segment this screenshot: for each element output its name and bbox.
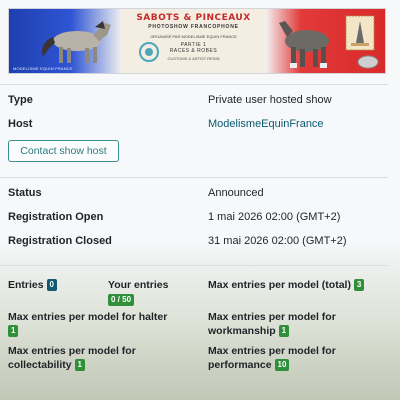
logo-icon	[139, 42, 159, 62]
max-total-badge: 3	[353, 279, 365, 292]
host-label: Host	[8, 118, 33, 130]
max-collectability-label: Max entries per model for	[8, 345, 136, 357]
max-halter-badge: 1	[8, 325, 19, 338]
divider	[0, 177, 388, 178]
banner-title: SABOTS & PINCEAUX	[136, 13, 251, 23]
max-total-label: Max entries per model (total)	[208, 279, 351, 291]
your-entries-stat: Your entries 0 / 50	[108, 278, 169, 307]
max-performance-label-2: performance	[208, 359, 272, 371]
horse-icon	[279, 21, 329, 68]
stamp-icon	[345, 15, 375, 51]
max-workmanship-badge: 1	[278, 325, 290, 338]
show-banner: MODELISME EQUIN FRANCE SABOTS & PINCEAUX…	[8, 8, 386, 74]
contact-show-host-button[interactable]: Contact show host	[8, 140, 119, 162]
max-collectability-stat: Max entries per model for collectability…	[8, 344, 198, 372]
max-workmanship-stat: Max entries per model for workmanship 1	[208, 310, 388, 338]
coin-icon	[357, 55, 379, 69]
registration-closed-label: Registration Closed	[8, 235, 112, 247]
max-collectability-badge: 1	[74, 359, 85, 372]
status-label: Status	[8, 187, 42, 199]
max-performance-badge: 10	[274, 359, 290, 372]
max-halter-stat: Max entries per model for halter 1	[8, 310, 198, 338]
registration-open-label: Registration Open	[8, 211, 104, 223]
banner-corner-text: MODELISME EQUIN FRANCE	[13, 66, 73, 71]
max-performance-label: Max entries per model for	[208, 345, 336, 357]
horse-icon	[42, 21, 111, 63]
entries-stat: Entries 0	[8, 278, 57, 292]
show-details-panel: MODELISME EQUIN FRANCE SABOTS & PINCEAUX…	[0, 0, 400, 400]
entries-label: Entries	[8, 279, 44, 291]
status-value: Announced	[208, 187, 264, 199]
max-performance-stat: Max entries per model for performance 10	[208, 344, 388, 372]
your-entries-label: Your entries	[108, 279, 169, 291]
banner-organizer: ORGANISÉ PAR MODELISME EQUIN FRANCE	[150, 34, 237, 39]
type-label: Type	[8, 94, 33, 106]
banner-left-panel: MODELISME EQUIN FRANCE	[9, 9, 122, 73]
max-total-stat: Max entries per model (total) 3	[208, 278, 365, 292]
banner-subtitle: PHOTOSHOW FRANCOPHONE	[148, 24, 239, 30]
registration-closed-value: 31 mai 2026 02:00 (GMT+2)	[208, 235, 347, 247]
max-workmanship-label: Max entries per model for	[208, 311, 336, 323]
your-entries-badge: 0 / 50	[108, 294, 135, 307]
divider	[0, 84, 388, 85]
max-halter-label: Max entries per model for halter	[8, 311, 168, 323]
entries-badge: 0	[46, 279, 57, 292]
divider	[0, 265, 388, 266]
max-collectability-label-2: collectability	[8, 359, 72, 371]
banner-right-panel	[265, 9, 385, 73]
banner-center-panel: SABOTS & PINCEAUX PHOTOSHOW FRANCOPHONE …	[122, 9, 265, 73]
type-value: Private user hosted show	[208, 94, 332, 106]
host-link[interactable]: ModelismeEquinFrance	[208, 118, 324, 130]
registration-open-value: 1 mai 2026 02:00 (GMT+2)	[208, 211, 341, 223]
max-workmanship-label-2: workmanship	[208, 325, 276, 337]
